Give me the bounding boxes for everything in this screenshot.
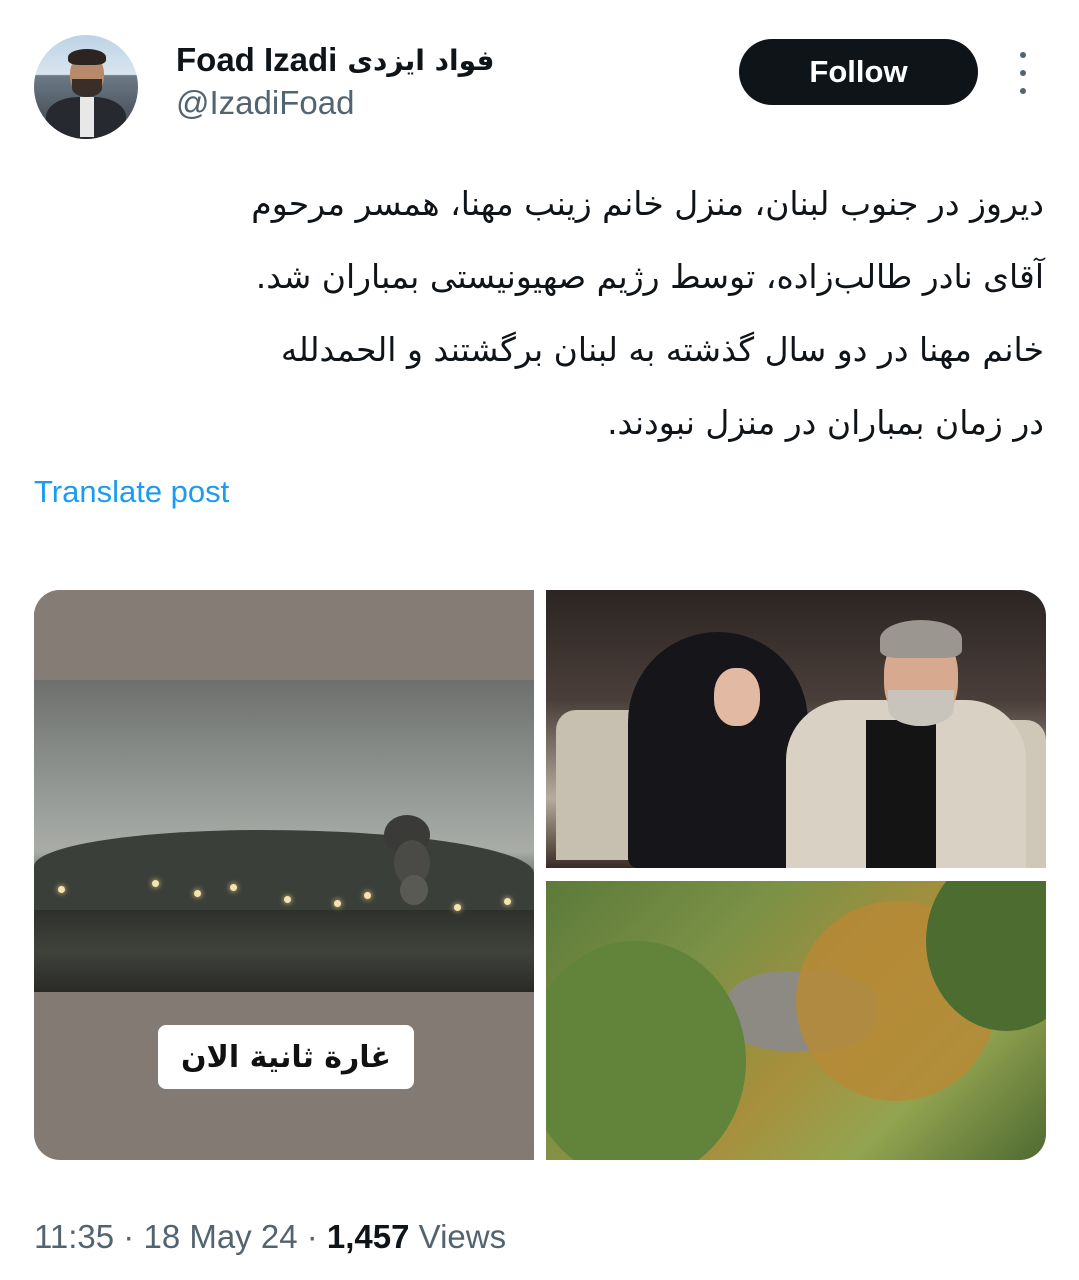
image-band	[34, 590, 534, 680]
media-image-portrait[interactable]	[546, 590, 1046, 868]
avatar-hair	[68, 49, 106, 65]
tweet-line: خانم مهنا در دو سال گذشته به لبنان برگشت…	[280, 330, 1044, 369]
follow-button[interactable]: Follow	[739, 39, 978, 105]
image-caption: غارة ثانية الان	[158, 1025, 414, 1089]
avatar[interactable]	[34, 35, 138, 139]
author-handle[interactable]: @IzadiFoad	[176, 84, 354, 122]
separator: ·	[297, 1218, 327, 1255]
tweet-text: دیروز در جنوب لبنان، منزل خانم زینب مهنا…	[34, 167, 1044, 459]
light-dot	[284, 896, 291, 903]
light-dot	[152, 880, 159, 887]
night-scene	[34, 680, 534, 992]
light-dot	[58, 886, 65, 893]
tree	[546, 941, 746, 1160]
tweet-line: آقای نادر طالب‌زاده، توسط رژیم صهیونیستی…	[255, 257, 1044, 296]
avatar-beard	[72, 79, 102, 97]
shirt	[866, 720, 936, 868]
tweet-line: در زمان بمباران در منزل نبودند.	[607, 403, 1044, 442]
light-dot	[454, 904, 461, 911]
tweet-line: دیروز در جنوب لبنان، منزل خانم زینب مهنا…	[251, 184, 1044, 223]
media-image-airstrike[interactable]: غارة ثانية الان	[34, 590, 534, 1160]
light-dot	[194, 890, 201, 897]
person-woman	[628, 632, 808, 868]
author-name-fa[interactable]: فواد ایزدی	[347, 44, 494, 77]
more-dot	[1020, 88, 1026, 94]
post-date[interactable]: 18 May 24	[143, 1218, 297, 1255]
translate-post-link[interactable]: Translate post	[34, 474, 229, 510]
views-label: Views	[409, 1218, 507, 1255]
ground	[34, 910, 534, 992]
media-image-trees[interactable]	[546, 881, 1046, 1160]
light-dot	[504, 898, 511, 905]
city-lights	[34, 860, 534, 920]
more-options-icon[interactable]	[1008, 52, 1038, 94]
avatar-shirt	[80, 97, 94, 137]
author-name[interactable]: Foad Izadi	[176, 41, 337, 79]
beard	[888, 690, 954, 726]
light-dot	[334, 900, 341, 907]
media-grid: غارة ثانية الان	[34, 590, 1046, 1160]
more-dot	[1020, 52, 1026, 58]
post-metadata: 11:35 · 18 May 24 · 1,457 Views	[34, 1218, 506, 1256]
light-dot	[364, 892, 371, 899]
light-dot	[230, 884, 237, 891]
separator: ·	[114, 1218, 144, 1255]
face	[714, 668, 760, 726]
more-dot	[1020, 70, 1026, 76]
author-name-row[interactable]: Foad Izadi فواد ایزدی	[176, 38, 495, 82]
post-time[interactable]: 11:35	[34, 1218, 114, 1255]
hair	[880, 620, 962, 658]
views-count: 1,457	[326, 1218, 410, 1255]
